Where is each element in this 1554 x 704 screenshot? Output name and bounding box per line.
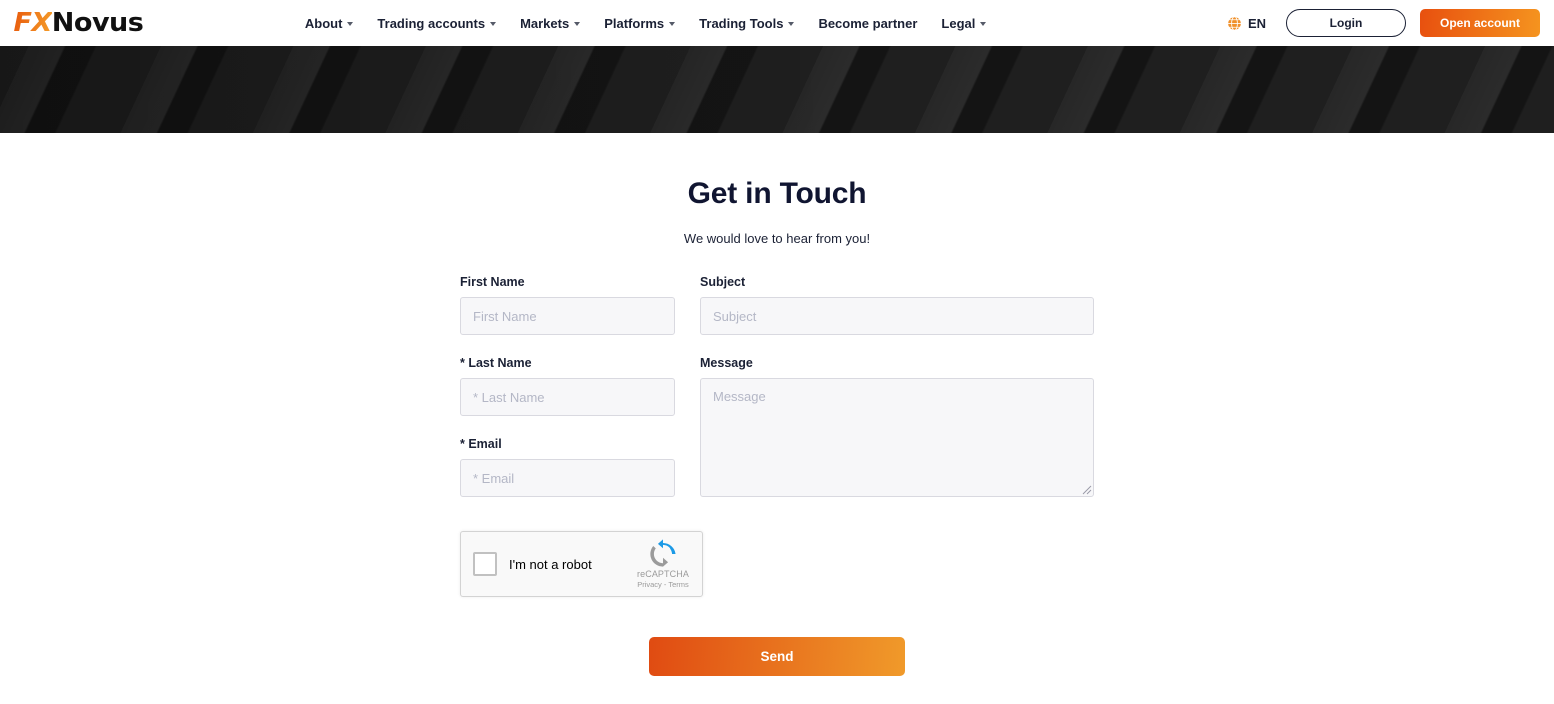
logo-text-novus: Novus: [51, 8, 144, 38]
recaptcha-label: I'm not a robot: [509, 556, 592, 572]
page-title: Get in Touch: [687, 177, 867, 210]
recaptcha-icon: [650, 538, 676, 567]
recaptcha-widget: I'm not a robot reCAPTCHA Privacy - Term…: [460, 531, 703, 597]
hero-banner: [0, 46, 1554, 133]
nav-label: Legal: [941, 15, 976, 31]
open-account-button[interactable]: Open account: [1420, 9, 1540, 37]
nav-label: Trading accounts: [377, 15, 486, 31]
message-label: Message: [700, 356, 753, 370]
chevron-down-icon: [788, 22, 795, 26]
subject-input[interactable]: [700, 297, 1094, 335]
email-input[interactable]: [460, 459, 675, 497]
chevron-down-icon: [490, 22, 497, 26]
field-subject: Subject: [700, 275, 1094, 335]
email-label: * Email: [460, 437, 502, 451]
nav-item-trading-tools[interactable]: Trading Tools: [687, 10, 806, 37]
field-email: * Email: [460, 437, 675, 497]
subject-label: Subject: [700, 275, 746, 289]
login-button[interactable]: Login: [1286, 9, 1406, 37]
globe-icon: [1227, 15, 1242, 31]
chevron-down-icon: [980, 22, 987, 26]
language-selector[interactable]: EN: [1227, 16, 1266, 31]
chevron-down-icon: [574, 22, 581, 26]
field-message: Message: [700, 356, 1094, 497]
header-actions: EN Login Open account: [1227, 0, 1540, 46]
field-first-name: First Name: [460, 275, 675, 335]
first-name-label: First Name: [460, 275, 525, 289]
main-navigation: About Trading accounts Markets Platforms…: [293, 10, 999, 37]
recaptcha-brand-name: reCAPTCHA: [637, 568, 689, 579]
page-subtitle: We would love to hear from you!: [683, 231, 871, 246]
nav-label: Become partner: [818, 15, 918, 31]
form-column-left: First Name * Last Name * Email: [460, 275, 675, 518]
chevron-down-icon: [669, 22, 676, 26]
first-name-input[interactable]: [460, 297, 675, 335]
field-last-name: * Last Name: [460, 356, 675, 416]
contact-form: First Name * Last Name * Email Subject: [460, 246, 1094, 597]
nav-item-become-partner[interactable]: Become partner: [806, 10, 929, 37]
logo-text-fx: FX: [13, 8, 53, 38]
contact-page-main: Get in Touch We would love to hear from …: [0, 133, 1554, 676]
nav-label: Platforms: [604, 15, 665, 31]
last-name-label: * Last Name: [460, 356, 532, 370]
nav-item-platforms[interactable]: Platforms: [592, 10, 687, 37]
nav-item-markets[interactable]: Markets: [508, 10, 592, 37]
last-name-input[interactable]: [460, 378, 675, 416]
nav-item-about[interactable]: About: [293, 10, 366, 37]
send-button-row: Send: [0, 637, 1554, 676]
language-label: EN: [1247, 15, 1266, 31]
recaptcha-links[interactable]: Privacy - Terms: [630, 580, 696, 589]
nav-label: About: [304, 15, 343, 31]
recaptcha-checkbox[interactable]: [473, 552, 497, 576]
site-header: FXNovus About Trading accounts Markets P…: [0, 0, 1554, 46]
nav-item-trading-accounts[interactable]: Trading accounts: [365, 10, 508, 37]
fxnovus-logo[interactable]: FXNovus: [13, 0, 144, 46]
chevron-down-icon: [347, 22, 354, 26]
message-textarea[interactable]: [700, 378, 1094, 497]
nav-label: Trading Tools: [699, 15, 784, 31]
nav-label: Markets: [520, 15, 570, 31]
form-column-right: Subject Message: [700, 275, 1094, 518]
send-button[interactable]: Send: [649, 637, 905, 676]
nav-item-legal[interactable]: Legal: [929, 10, 998, 37]
recaptcha-brand: reCAPTCHA Privacy - Terms: [630, 538, 702, 589]
